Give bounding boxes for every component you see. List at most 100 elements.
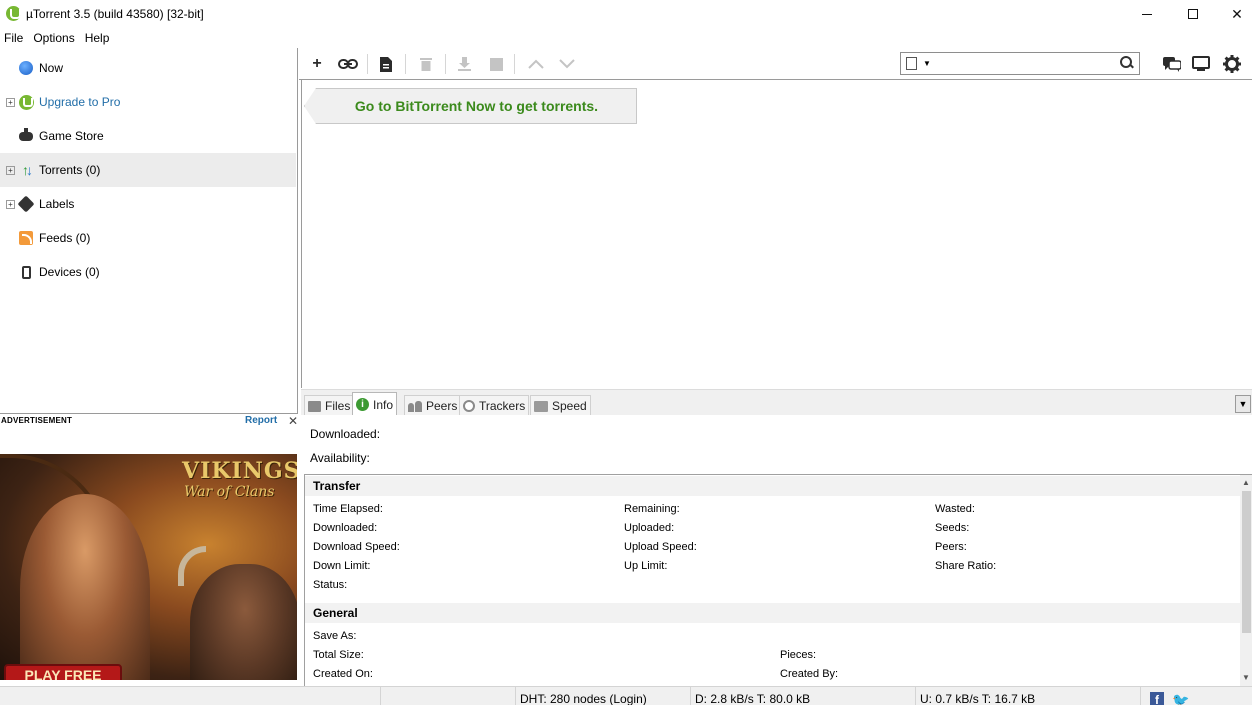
peers-icon <box>408 400 422 412</box>
status-dht[interactable]: DHT: 280 nodes (Login) <box>515 687 690 705</box>
search-icon[interactable] <box>1119 55 1135 71</box>
search-input[interactable] <box>935 55 1115 72</box>
remote-button[interactable] <box>1190 54 1212 74</box>
field-down-limit: Down Limit: <box>313 560 371 572</box>
add-torrent-button[interactable]: + <box>306 54 328 74</box>
stop-button[interactable] <box>485 54 507 74</box>
tab-label: Speed <box>552 399 587 413</box>
move-up-button[interactable] <box>525 54 547 74</box>
field-seeds: Seeds: <box>935 522 970 534</box>
field-wasted: Wasted: <box>935 503 975 515</box>
scrollbar-thumb[interactable] <box>1242 491 1251 633</box>
tab-files[interactable]: Files <box>304 395 355 416</box>
search-box: ▼ <box>900 52 1140 75</box>
minimize-icon <box>1142 13 1152 15</box>
menu-help[interactable]: Help <box>80 29 115 47</box>
sidebar-item-label: Now <box>39 61 64 75</box>
field-created-on: Created On: <box>313 668 373 680</box>
field-upload-speed: Upload Speed: <box>624 541 697 553</box>
menu-options[interactable]: Options <box>28 29 79 47</box>
sidebar-item-label: Feeds (0) <box>39 231 91 245</box>
download-icon <box>457 57 471 71</box>
expand-icon[interactable]: + <box>6 199 15 209</box>
speed-chart-icon <box>534 400 548 412</box>
status-blank <box>380 687 515 705</box>
field-uploaded: Uploaded: <box>624 522 675 534</box>
scroll-down-icon[interactable]: ▼ <box>1242 673 1250 682</box>
chat-button[interactable] <box>1161 54 1183 74</box>
field-share-ratio: Share Ratio: <box>935 560 997 572</box>
status-upload[interactable]: U: 0.7 kB/s T: 16.7 kB <box>915 687 1140 705</box>
tabs-menu-button[interactable]: ▼ <box>1235 395 1251 413</box>
sidebar-item-devices[interactable]: Devices (0) <box>0 255 296 289</box>
ad-banner-image[interactable]: VIKINGS War of Clans PLAY FREE <box>0 454 297 680</box>
toolbar: + ▼ <box>299 48 1252 80</box>
menu-file[interactable]: File <box>0 29 28 47</box>
maximize-button[interactable] <box>1170 0 1216 28</box>
helmet-horn <box>178 546 206 586</box>
chat-icon <box>1163 57 1181 72</box>
twitter-icon[interactable]: 🐦 <box>1172 692 1189 705</box>
move-down-button[interactable] <box>556 54 578 74</box>
viking-figure <box>190 564 297 680</box>
sidebar-item-feeds[interactable]: Feeds (0) <box>0 221 296 255</box>
now-globe-icon <box>18 60 34 76</box>
ad-play-button[interactable]: PLAY FREE <box>4 664 122 680</box>
sidebar-item-game-store[interactable]: Game Store <box>0 119 296 153</box>
sidebar-item-upgrade-to-pro[interactable]: + Upgrade to Pro <box>0 85 296 119</box>
dropdown-arrow-icon[interactable]: ▼ <box>923 59 931 68</box>
minimize-button[interactable] <box>1124 0 1170 28</box>
field-download-speed: Download Speed: <box>313 541 400 553</box>
sidebar-item-labels[interactable]: + Labels <box>0 187 296 221</box>
tag-icon <box>17 195 35 213</box>
tab-trackers[interactable]: Trackers <box>459 395 530 416</box>
facebook-icon[interactable]: f <box>1150 692 1164 705</box>
sidebar-item-now[interactable]: Now <box>0 51 296 85</box>
scroll-up-icon[interactable]: ▲ <box>1242 478 1250 487</box>
chevron-up-icon <box>528 59 544 69</box>
tab-label: Trackers <box>479 399 526 413</box>
close-window-button[interactable]: ✕ <box>1214 0 1252 28</box>
remote-monitor-icon <box>1192 56 1210 71</box>
vertical-scrollbar[interactable]: ▲ ▼ <box>1240 475 1252 686</box>
availability-label: Availability: <box>310 451 370 465</box>
info-panel: Downloaded: Availability: Transfer Time … <box>301 415 1252 686</box>
start-button[interactable] <box>453 54 475 74</box>
new-file-icon <box>380 56 392 72</box>
expand-icon[interactable]: + <box>6 165 15 175</box>
files-icon <box>308 400 321 412</box>
field-remaining: Remaining: <box>624 503 680 515</box>
ad-report-link[interactable]: Report <box>245 415 277 426</box>
stop-icon <box>489 57 503 71</box>
add-url-button[interactable] <box>337 54 359 74</box>
ad-title: VIKINGS <box>182 458 297 484</box>
sidebar-item-label: Torrents (0) <box>39 163 101 177</box>
search-provider-icon[interactable] <box>906 57 917 70</box>
utorrent-logo-icon <box>18 94 34 110</box>
ad-label: ADVERTISEMENT <box>1 416 73 425</box>
bittorrent-now-banner[interactable]: Go to BitTorrent Now to get torrents. <box>304 88 637 124</box>
sidebar-item-torrents[interactable]: + ↑ ↓ Torrents (0) <box>0 153 296 187</box>
chevron-down-icon <box>559 59 575 69</box>
field-save-as: Save As: <box>313 630 357 642</box>
status-download[interactable]: D: 2.8 kB/s T: 80.0 kB <box>690 687 915 705</box>
info-icon: i <box>356 398 369 411</box>
close-icon[interactable]: ✕ <box>288 414 298 428</box>
tab-peers[interactable]: Peers <box>404 395 462 416</box>
torrent-list[interactable]: Go to BitTorrent Now to get torrents. <box>301 80 1252 388</box>
trash-icon <box>420 58 432 71</box>
field-created-by: Created By: <box>780 668 839 680</box>
preferences-button[interactable] <box>1221 54 1243 74</box>
tab-info[interactable]: i Info <box>352 392 398 416</box>
utorrent-logo-icon <box>6 6 21 21</box>
advertisement-panel: ADVERTISEMENT Report ✕ VIKINGS War of Cl… <box>0 414 298 686</box>
tab-label: Peers <box>426 399 458 413</box>
field-downloaded: Downloaded: <box>313 522 378 534</box>
chevron-down-icon: ▼ <box>1238 399 1248 409</box>
sidebar: Now + Upgrade to Pro Game Store + ↑ ↓ Tor… <box>0 48 298 414</box>
sidebar-item-label: Devices (0) <box>39 265 100 279</box>
tab-speed[interactable]: Speed <box>530 395 591 416</box>
create-torrent-button[interactable] <box>375 54 397 74</box>
remove-button[interactable] <box>415 54 437 74</box>
expand-icon[interactable]: + <box>6 97 15 107</box>
